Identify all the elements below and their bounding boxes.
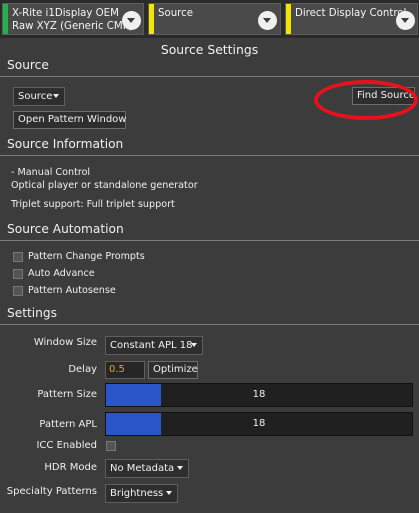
tab-bar: X-Rite i1Display OEM Raw XYZ (Generic CM… bbox=[0, 0, 419, 38]
tab-direct-display-stripe bbox=[286, 4, 291, 34]
icc-enabled-label: ICC Enabled bbox=[36, 440, 97, 451]
specialty-patterns-label: Specialty Patterns bbox=[6, 486, 97, 497]
tab-source-label: Source bbox=[158, 8, 193, 19]
chevron-down-icon bbox=[53, 94, 59, 98]
delay-label: Delay bbox=[68, 364, 97, 375]
source-info-line: - Manual Control bbox=[11, 167, 91, 178]
divider bbox=[0, 240, 419, 241]
divider bbox=[0, 155, 419, 156]
settings-heading: Settings bbox=[7, 306, 57, 320]
checkbox-label: Pattern Autosense bbox=[28, 285, 116, 296]
tab-meter[interactable]: X-Rite i1Display OEM Raw XYZ (Generic CM… bbox=[2, 3, 144, 35]
chevron-down-icon[interactable] bbox=[396, 11, 415, 30]
icc-enabled-checkbox[interactable] bbox=[106, 441, 116, 451]
delay-input[interactable]: 0.5 bbox=[105, 361, 145, 379]
specialty-patterns-combo[interactable]: Brightness bbox=[105, 484, 178, 503]
source-heading: Source bbox=[7, 58, 49, 72]
optimize-button[interactable]: Optimize bbox=[148, 361, 198, 379]
tab-meter-line2: Raw XYZ (Generic CMF) bbox=[12, 21, 133, 32]
window-size-combo[interactable]: Constant APL 18 bbox=[105, 336, 203, 355]
chevron-down-icon bbox=[177, 466, 183, 470]
tab-direct-display[interactable]: Direct Display Control bbox=[285, 3, 418, 35]
pattern-size-label: Pattern Size bbox=[37, 389, 97, 400]
source-info-line: Triplet support: Full triplet support bbox=[11, 199, 175, 210]
chevron-down-icon bbox=[166, 491, 172, 495]
pattern-size-value: 18 bbox=[252, 389, 266, 400]
checkbox[interactable] bbox=[13, 286, 23, 296]
pattern-apl-value: 18 bbox=[252, 418, 266, 429]
divider bbox=[0, 76, 419, 77]
pattern-apl-slider[interactable]: 18 bbox=[105, 412, 413, 436]
window-size-label: Window Size bbox=[33, 337, 97, 348]
checkbox-label: Auto Advance bbox=[28, 268, 95, 279]
pattern-apl-label: Pattern APL bbox=[39, 419, 97, 430]
checkbox-label: Pattern Change Prompts bbox=[28, 251, 145, 262]
checkbox[interactable] bbox=[13, 269, 23, 279]
tab-direct-display-label: Direct Display Control bbox=[295, 8, 407, 19]
chevron-down-icon bbox=[191, 343, 197, 347]
source-info-heading: Source Information bbox=[7, 137, 124, 151]
chevron-down-icon[interactable] bbox=[122, 11, 141, 30]
source-combo[interactable]: Source bbox=[13, 87, 65, 106]
tab-meter-line1: X-Rite i1Display OEM bbox=[12, 8, 119, 19]
hdr-mode-combo[interactable]: No Metadata bbox=[105, 459, 189, 478]
source-info-line: Optical player or standalone generator bbox=[11, 180, 198, 191]
divider bbox=[0, 324, 419, 325]
highlight-annotation bbox=[314, 80, 418, 120]
panel-title: Source Settings bbox=[160, 42, 259, 57]
tab-meter-stripe bbox=[3, 4, 8, 34]
open-pattern-window-button[interactable]: Open Pattern Window bbox=[13, 111, 126, 129]
hdr-mode-label: HDR Mode bbox=[44, 462, 97, 473]
checkbox[interactable] bbox=[13, 252, 23, 262]
chevron-down-icon[interactable] bbox=[258, 11, 277, 30]
pattern-size-slider[interactable]: 18 bbox=[105, 383, 413, 407]
tab-source-stripe bbox=[149, 4, 154, 34]
tab-source[interactable]: Source bbox=[148, 3, 281, 35]
automation-heading: Source Automation bbox=[7, 222, 124, 236]
